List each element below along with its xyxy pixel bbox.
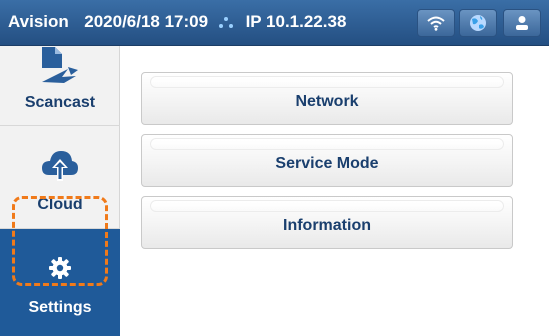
information-button[interactable]: Information [141, 196, 513, 249]
sidebar-item-cloud[interactable]: Cloud [0, 126, 120, 229]
sidebar: Scancast Cloud Settings [0, 46, 120, 336]
service-mode-button[interactable]: Service Mode [141, 134, 513, 187]
information-button-label: Information [283, 216, 371, 234]
sidebar-item-settings[interactable]: Settings [0, 229, 120, 336]
user-button[interactable] [503, 9, 541, 37]
sidebar-item-label: Cloud [37, 196, 83, 213]
wifi-button[interactable] [417, 9, 455, 37]
network-icon [218, 16, 233, 29]
brand-name: Avision [8, 12, 69, 31]
service-mode-button-label: Service Mode [275, 154, 379, 172]
screen: Avision 2020/6/18 17:09 IP 10.1.22.38 Sc… [0, 0, 549, 336]
sidebar-item-label: Scancast [24, 94, 96, 111]
datetime: 2020/6/18 17:09 [84, 12, 209, 31]
cloud-upload-icon [42, 151, 78, 181]
status-info: Avision 2020/6/18 17:09 IP 10.1.22.38 [8, 12, 346, 32]
scancast-icon [42, 47, 78, 83]
wifi-icon [427, 16, 445, 31]
user-icon [516, 16, 528, 30]
cloud-connection-button[interactable] [459, 9, 497, 37]
network-button[interactable]: Network [141, 72, 513, 125]
globe-icon [470, 15, 486, 31]
network-button-label: Network [295, 92, 359, 110]
sidebar-item-label: Settings [28, 299, 92, 316]
gear-icon [49, 257, 71, 279]
sidebar-item-scancast[interactable]: Scancast [0, 46, 120, 126]
ip-address: IP 10.1.22.38 [245, 12, 347, 31]
status-bar: Avision 2020/6/18 17:09 IP 10.1.22.38 [0, 0, 549, 46]
